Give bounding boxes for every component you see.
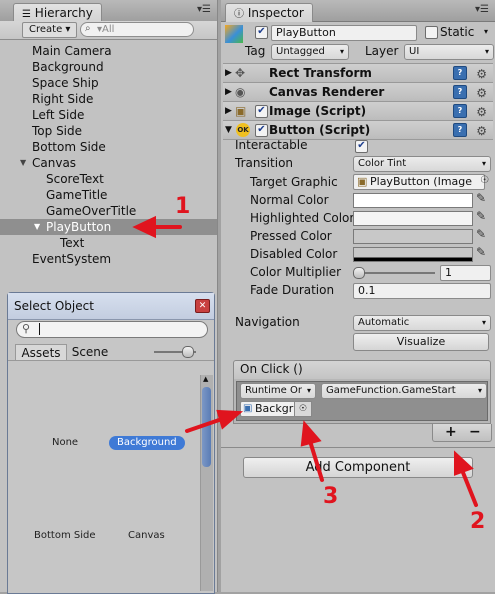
annotation-number-2: 2 <box>470 509 486 534</box>
annotation-number-3: 3 <box>323 484 339 509</box>
arrow-4-head <box>216 409 244 430</box>
arrow-2-head <box>454 450 474 476</box>
annotation-number-1: 1 <box>175 194 191 219</box>
arrow-1-head <box>132 215 156 239</box>
annotation-arrows <box>132 215 478 507</box>
arrow-3-head <box>300 420 322 447</box>
arrow-2-shaft <box>460 468 478 507</box>
arrow-3-shaft <box>308 439 324 482</box>
arrow-4-shaft <box>185 417 224 433</box>
